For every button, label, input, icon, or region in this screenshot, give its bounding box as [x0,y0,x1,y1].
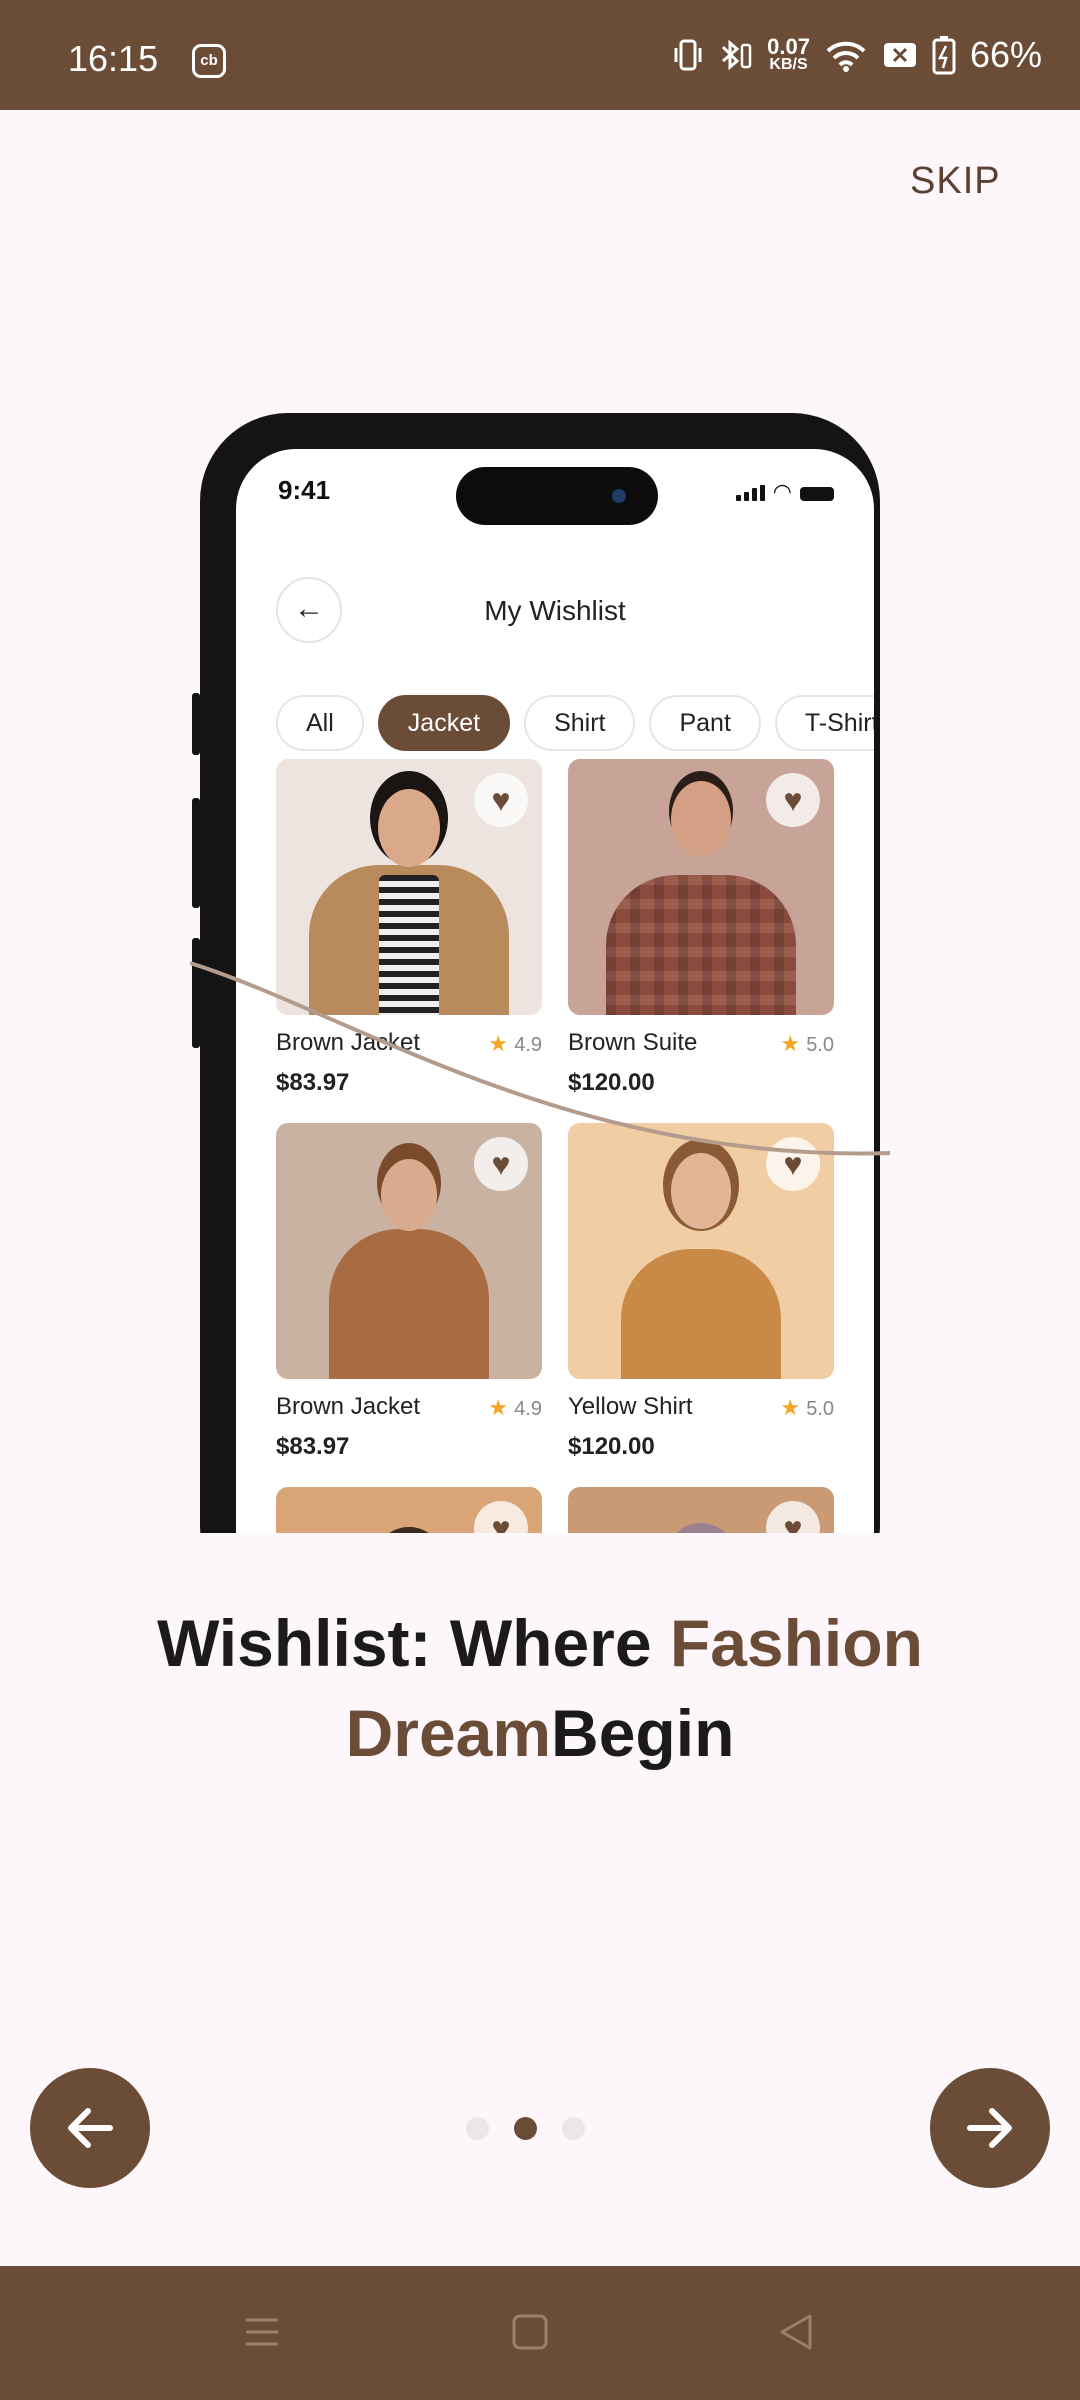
status-icons: 0.07 KB/S 66% [673,34,1042,76]
page-dot [562,2117,585,2140]
page-dot [466,2117,489,2140]
system-nav-bar [0,2266,1080,2400]
status-time: 16:15 [68,38,159,79]
menu-icon[interactable] [242,2312,282,2352]
phone-mockup-image: 9:41 ◠ ← My Wishlist All Jacket Shirt Pa… [190,403,890,1533]
skip-button[interactable]: SKIP [910,160,1001,203]
home-square-icon[interactable] [510,2312,550,2352]
battery-icon [932,36,956,75]
page-indicator [466,2117,585,2140]
previous-button[interactable] [30,2068,150,2188]
arrow-right-icon [967,2108,1012,2148]
battery-percent: 66% [969,34,1042,75]
network-speed: 0.07 KB/S [767,34,810,73]
status-bar: 16:15 cb 0.07 KB/S 66% [0,0,1080,110]
back-triangle-icon[interactable] [776,2312,816,2352]
bluetooth-battery-icon [722,39,752,71]
decorative-curve [190,961,890,1156]
cb-app-icon: cb [192,44,226,78]
arrow-left-icon [68,2108,113,2148]
vibrate-icon [674,39,702,71]
next-button[interactable] [930,2068,1050,2188]
sim-disabled-icon [883,43,916,67]
wifi-icon [826,41,866,72]
page-dot-active [514,2117,537,2140]
onboarding-headline: Wishlist: Where Fashion DreamBegin [157,1606,923,1770]
